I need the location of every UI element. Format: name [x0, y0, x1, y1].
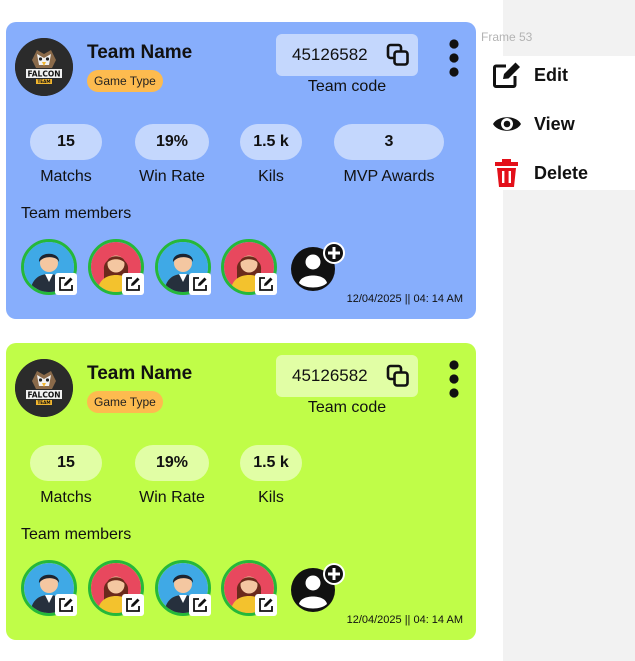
eye-icon: [492, 109, 524, 139]
stat-kills: 1.5 k: [240, 124, 302, 160]
team-code-box: 45126582: [276, 34, 418, 76]
trash-icon: [492, 158, 524, 188]
game-type-badge: Game Type: [87, 391, 163, 413]
logo-text: FALCON: [27, 70, 60, 79]
stat-kills: 1.5 k: [240, 445, 302, 481]
menu-item-delete[interactable]: Delete: [492, 158, 588, 188]
stat-mvp-awards: 3: [334, 124, 444, 160]
stat-label: Matchs: [40, 489, 92, 506]
page: Frame 53 Edit View Delete FALCON TEAM Te…: [0, 0, 635, 661]
edit-member-icon[interactable]: [122, 273, 144, 295]
edit-member-icon[interactable]: [189, 594, 211, 616]
stat-matches: 15: [30, 445, 102, 481]
logo-subtext: TEAM: [37, 400, 50, 405]
more-options-icon[interactable]: [446, 359, 462, 399]
team-name: Team Name: [87, 42, 193, 63]
card-actions-menu: Edit View Delete: [478, 56, 635, 190]
menu-item-label: Delete: [534, 162, 589, 183]
game-type-badge: Game Type: [87, 70, 163, 92]
stat-label: Kils: [258, 168, 284, 185]
more-options-icon[interactable]: [446, 38, 462, 78]
team-members-label: Team members: [21, 526, 132, 543]
stat-label: Kils: [258, 489, 284, 506]
edit-member-icon[interactable]: [55, 594, 77, 616]
edit-icon: [492, 60, 524, 90]
edit-member-icon[interactable]: [189, 273, 211, 295]
team-code-box: 45126582: [276, 355, 418, 397]
stat-win-rate: 19%: [135, 124, 209, 160]
timestamp: 12/04/2025 || 04: 14 AM: [346, 293, 463, 305]
add-member-icon[interactable]: [289, 241, 347, 298]
team-code-value: 45126582: [292, 366, 368, 385]
team-card[interactable]: FALCON TEAM Team Name Game Type 45126582…: [6, 343, 476, 640]
team-members-label: Team members: [21, 205, 132, 222]
menu-item-view[interactable]: View: [492, 109, 575, 139]
stat-win-rate: 19%: [135, 445, 209, 481]
stat-label: Matchs: [40, 168, 92, 185]
stat-label: MVP Awards: [343, 168, 435, 185]
team-logo: FALCON TEAM: [15, 359, 73, 417]
edit-member-icon[interactable]: [255, 273, 277, 295]
team-logo: FALCON TEAM: [15, 38, 73, 96]
logo-subtext: TEAM: [37, 79, 50, 84]
menu-item-label: Edit: [534, 64, 568, 85]
copy-icon[interactable]: [386, 43, 410, 72]
team-card[interactable]: FALCON TEAM Team Name Game Type 45126582…: [6, 22, 476, 319]
team-code-label: Team code: [307, 78, 387, 95]
frame-label: Frame 53: [481, 30, 533, 44]
team-code-value: 45126582: [292, 45, 368, 64]
menu-item-label: View: [534, 113, 575, 134]
stat-matches: 15: [30, 124, 102, 160]
team-code-label: Team code: [307, 399, 387, 416]
team-name: Team Name: [87, 363, 193, 384]
menu-item-edit[interactable]: Edit: [492, 60, 568, 90]
add-member-icon[interactable]: [289, 562, 347, 619]
stat-label: Win Rate: [139, 489, 205, 506]
edit-member-icon[interactable]: [55, 273, 77, 295]
stat-label: Win Rate: [139, 168, 205, 185]
logo-text: FALCON: [27, 391, 60, 400]
edit-member-icon[interactable]: [122, 594, 144, 616]
edit-member-icon[interactable]: [255, 594, 277, 616]
copy-icon[interactable]: [386, 364, 410, 393]
timestamp: 12/04/2025 || 04: 14 AM: [346, 614, 463, 626]
